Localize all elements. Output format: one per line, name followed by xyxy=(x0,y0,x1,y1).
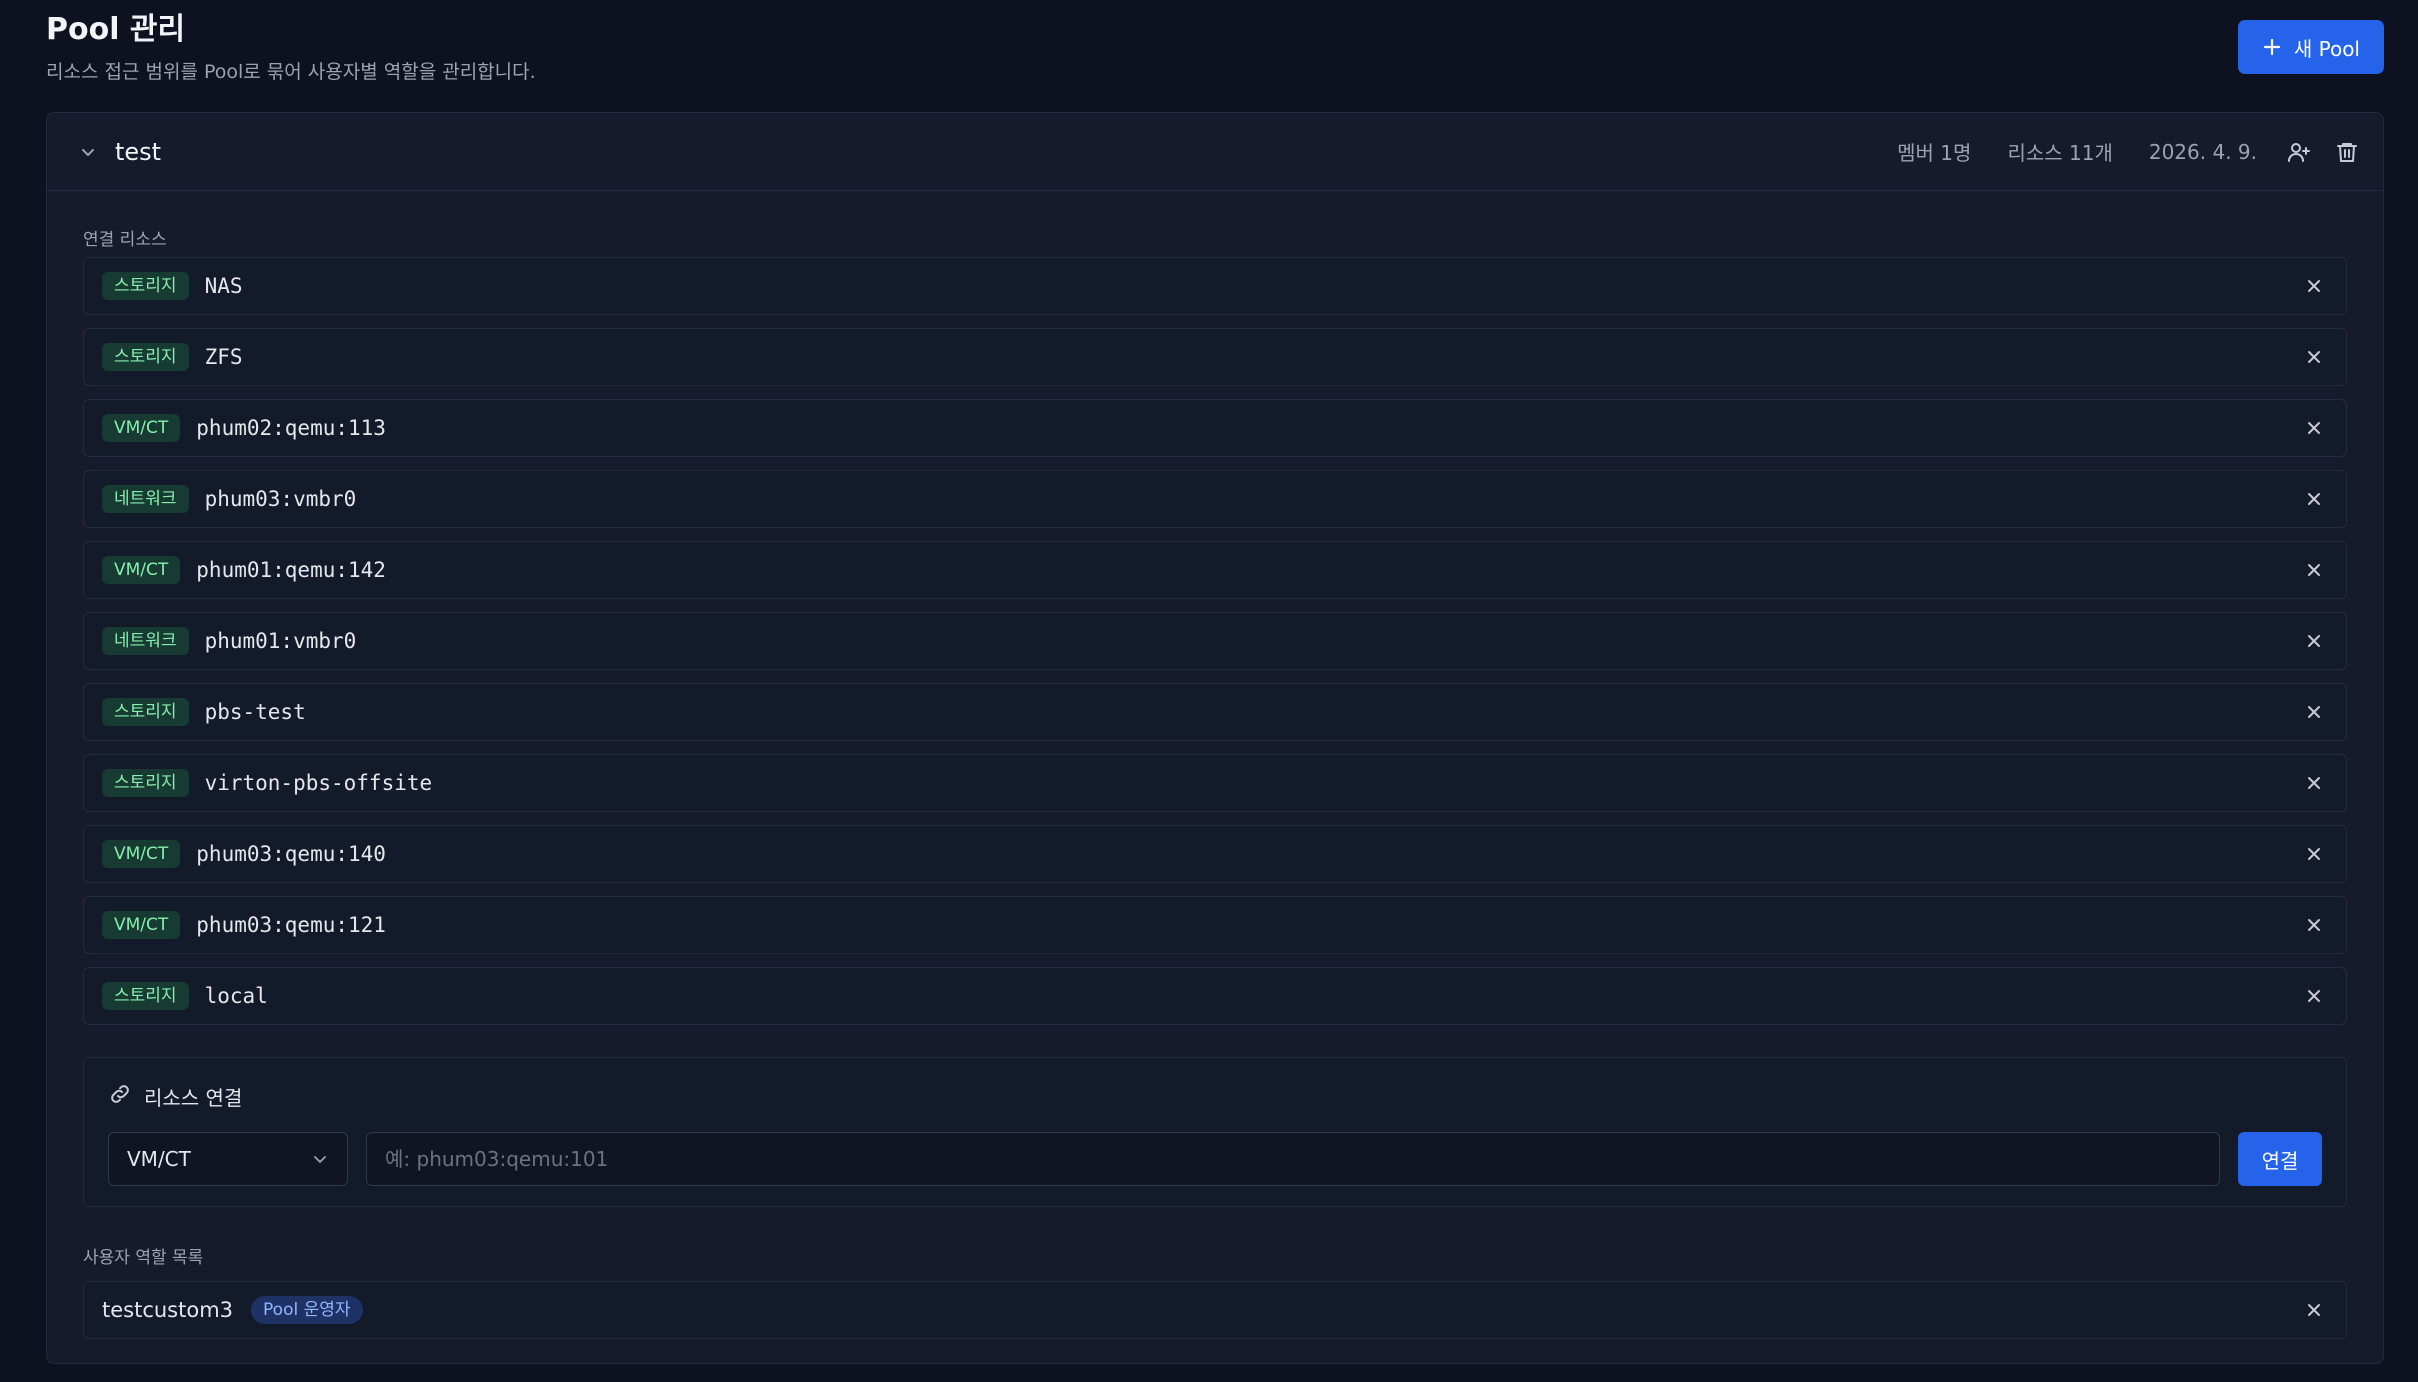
close-icon[interactable] xyxy=(2300,911,2328,939)
resource-name: phum02:qemu:113 xyxy=(196,416,386,440)
resource-name: phum01:vmbr0 xyxy=(204,629,357,653)
connect-title-text: 리소스 연결 xyxy=(144,1086,243,1110)
resource-type-badge: 스토리지 xyxy=(102,272,189,300)
resource-row: 스토리지 local xyxy=(83,967,2347,1025)
resource-row: 스토리지 pbs-test xyxy=(83,683,2347,741)
resource-name: virton-pbs-offsite xyxy=(204,771,433,795)
pool-meta: 멤버 1명 리소스 11개 2026. 4. 9. xyxy=(1897,137,2257,166)
close-icon[interactable] xyxy=(2300,485,2328,513)
connect-resource-panel: 리소스 연결 VM/CT 연결 xyxy=(83,1057,2347,1207)
resource-type-badge: 스토리지 xyxy=(102,982,189,1010)
resource-type-badge: VM/CT xyxy=(102,414,181,442)
resource-row: VM/CT phum03:qemu:121 xyxy=(83,896,2347,954)
close-icon[interactable] xyxy=(2300,982,2328,1010)
pool-card: test 멤버 1명 리소스 11개 2026. 4. 9. 연결 리소스 스토… xyxy=(46,112,2384,1364)
resource-name: NAS xyxy=(204,274,243,298)
new-pool-label: 새 Pool xyxy=(2293,36,2360,61)
resource-type-badge: VM/CT xyxy=(102,840,181,868)
resource-type-badge: VM/CT xyxy=(102,911,181,939)
resource-name: phum01:qemu:142 xyxy=(196,558,386,582)
page-title: Pool 관리 xyxy=(46,12,186,47)
resource-type-value: VM/CT xyxy=(127,1147,191,1171)
close-icon[interactable] xyxy=(2300,769,2328,797)
resource-row: VM/CT phum01:qemu:142 xyxy=(83,541,2347,599)
resource-type-badge: 스토리지 xyxy=(102,769,189,797)
resource-name: local xyxy=(204,984,268,1008)
role-badge: Pool 운영자 xyxy=(251,1296,363,1324)
new-pool-button[interactable]: 새 Pool xyxy=(2237,20,2384,74)
resource-list: 스토리지 NAS 스토리지 ZFS VM/CT phum02:qemu:113 네트워크 ph… xyxy=(83,257,2347,1038)
trash-icon[interactable] xyxy=(2333,138,2361,166)
pool-date: 2026. 4. 9. xyxy=(2148,139,2257,164)
user-plus-icon[interactable] xyxy=(2285,138,2313,166)
resource-row: 스토리지 ZFS xyxy=(83,328,2347,386)
resources-section-label: 연결 리소스 xyxy=(83,230,167,250)
connect-title: 리소스 연결 xyxy=(108,1082,242,1111)
users-section-label: 사용자 역할 목록 xyxy=(83,1248,204,1268)
member-count: 멤버 1명 xyxy=(1897,141,1972,165)
resource-id-input[interactable] xyxy=(366,1132,2220,1186)
resource-row: VM/CT phum03:qemu:140 xyxy=(83,825,2347,883)
resource-row: 네트워크 phum03:vmbr0 xyxy=(83,470,2347,528)
close-icon[interactable] xyxy=(2300,698,2328,726)
resource-type-badge: 스토리지 xyxy=(102,698,189,726)
user-role-row: testcustom3 Pool 운영자 xyxy=(83,1281,2347,1339)
close-icon[interactable] xyxy=(2300,414,2328,442)
page-subtitle: 리소스 접근 범위를 Pool로 묶어 사용자별 역할을 관리합니다. xyxy=(46,61,536,83)
chevron-down-icon[interactable] xyxy=(73,137,103,167)
close-icon[interactable] xyxy=(2300,556,2328,584)
close-icon[interactable] xyxy=(2300,840,2328,868)
chevron-down-icon xyxy=(311,1150,329,1168)
page-header: Pool 관리 리소스 접근 범위를 Pool로 묶어 사용자별 역할을 관리합… xyxy=(46,10,2384,90)
user-name: testcustom3 xyxy=(102,1298,234,1322)
resource-name: phum03:vmbr0 xyxy=(204,487,357,511)
close-icon[interactable] xyxy=(2300,627,2328,655)
resource-type-badge: 네트워크 xyxy=(102,627,189,655)
resource-type-select[interactable]: VM/CT xyxy=(108,1132,348,1186)
pool-actions xyxy=(2285,138,2361,166)
resource-name: phum03:qemu:140 xyxy=(196,842,386,866)
pool-name: test xyxy=(115,137,162,166)
pool-management-page: Pool 관리 리소스 접근 범위를 Pool로 묶어 사용자별 역할을 관리합… xyxy=(0,0,2418,1382)
resource-count: 리소스 11개 xyxy=(2007,141,2113,165)
resource-row: VM/CT phum02:qemu:113 xyxy=(83,399,2347,457)
resource-row: 스토리지 virton-pbs-offsite xyxy=(83,754,2347,812)
close-icon[interactable] xyxy=(2300,1296,2328,1324)
plus-icon xyxy=(2262,37,2282,57)
resource-type-badge: 네트워크 xyxy=(102,485,189,513)
connect-button[interactable]: 연결 xyxy=(2238,1132,2322,1186)
link-icon xyxy=(108,1082,132,1111)
resource-name: phum03:qemu:121 xyxy=(196,913,386,937)
resource-type-badge: VM/CT xyxy=(102,556,181,584)
resource-name: pbs-test xyxy=(204,700,306,724)
resource-type-badge: 스토리지 xyxy=(102,343,189,371)
close-icon[interactable] xyxy=(2300,343,2328,371)
resource-row: 네트워크 phum01:vmbr0 xyxy=(83,612,2347,670)
pool-header[interactable]: test 멤버 1명 리소스 11개 2026. 4. 9. xyxy=(47,113,2383,191)
close-icon[interactable] xyxy=(2300,272,2328,300)
resource-name: ZFS xyxy=(204,345,243,369)
resource-row: 스토리지 NAS xyxy=(83,257,2347,315)
